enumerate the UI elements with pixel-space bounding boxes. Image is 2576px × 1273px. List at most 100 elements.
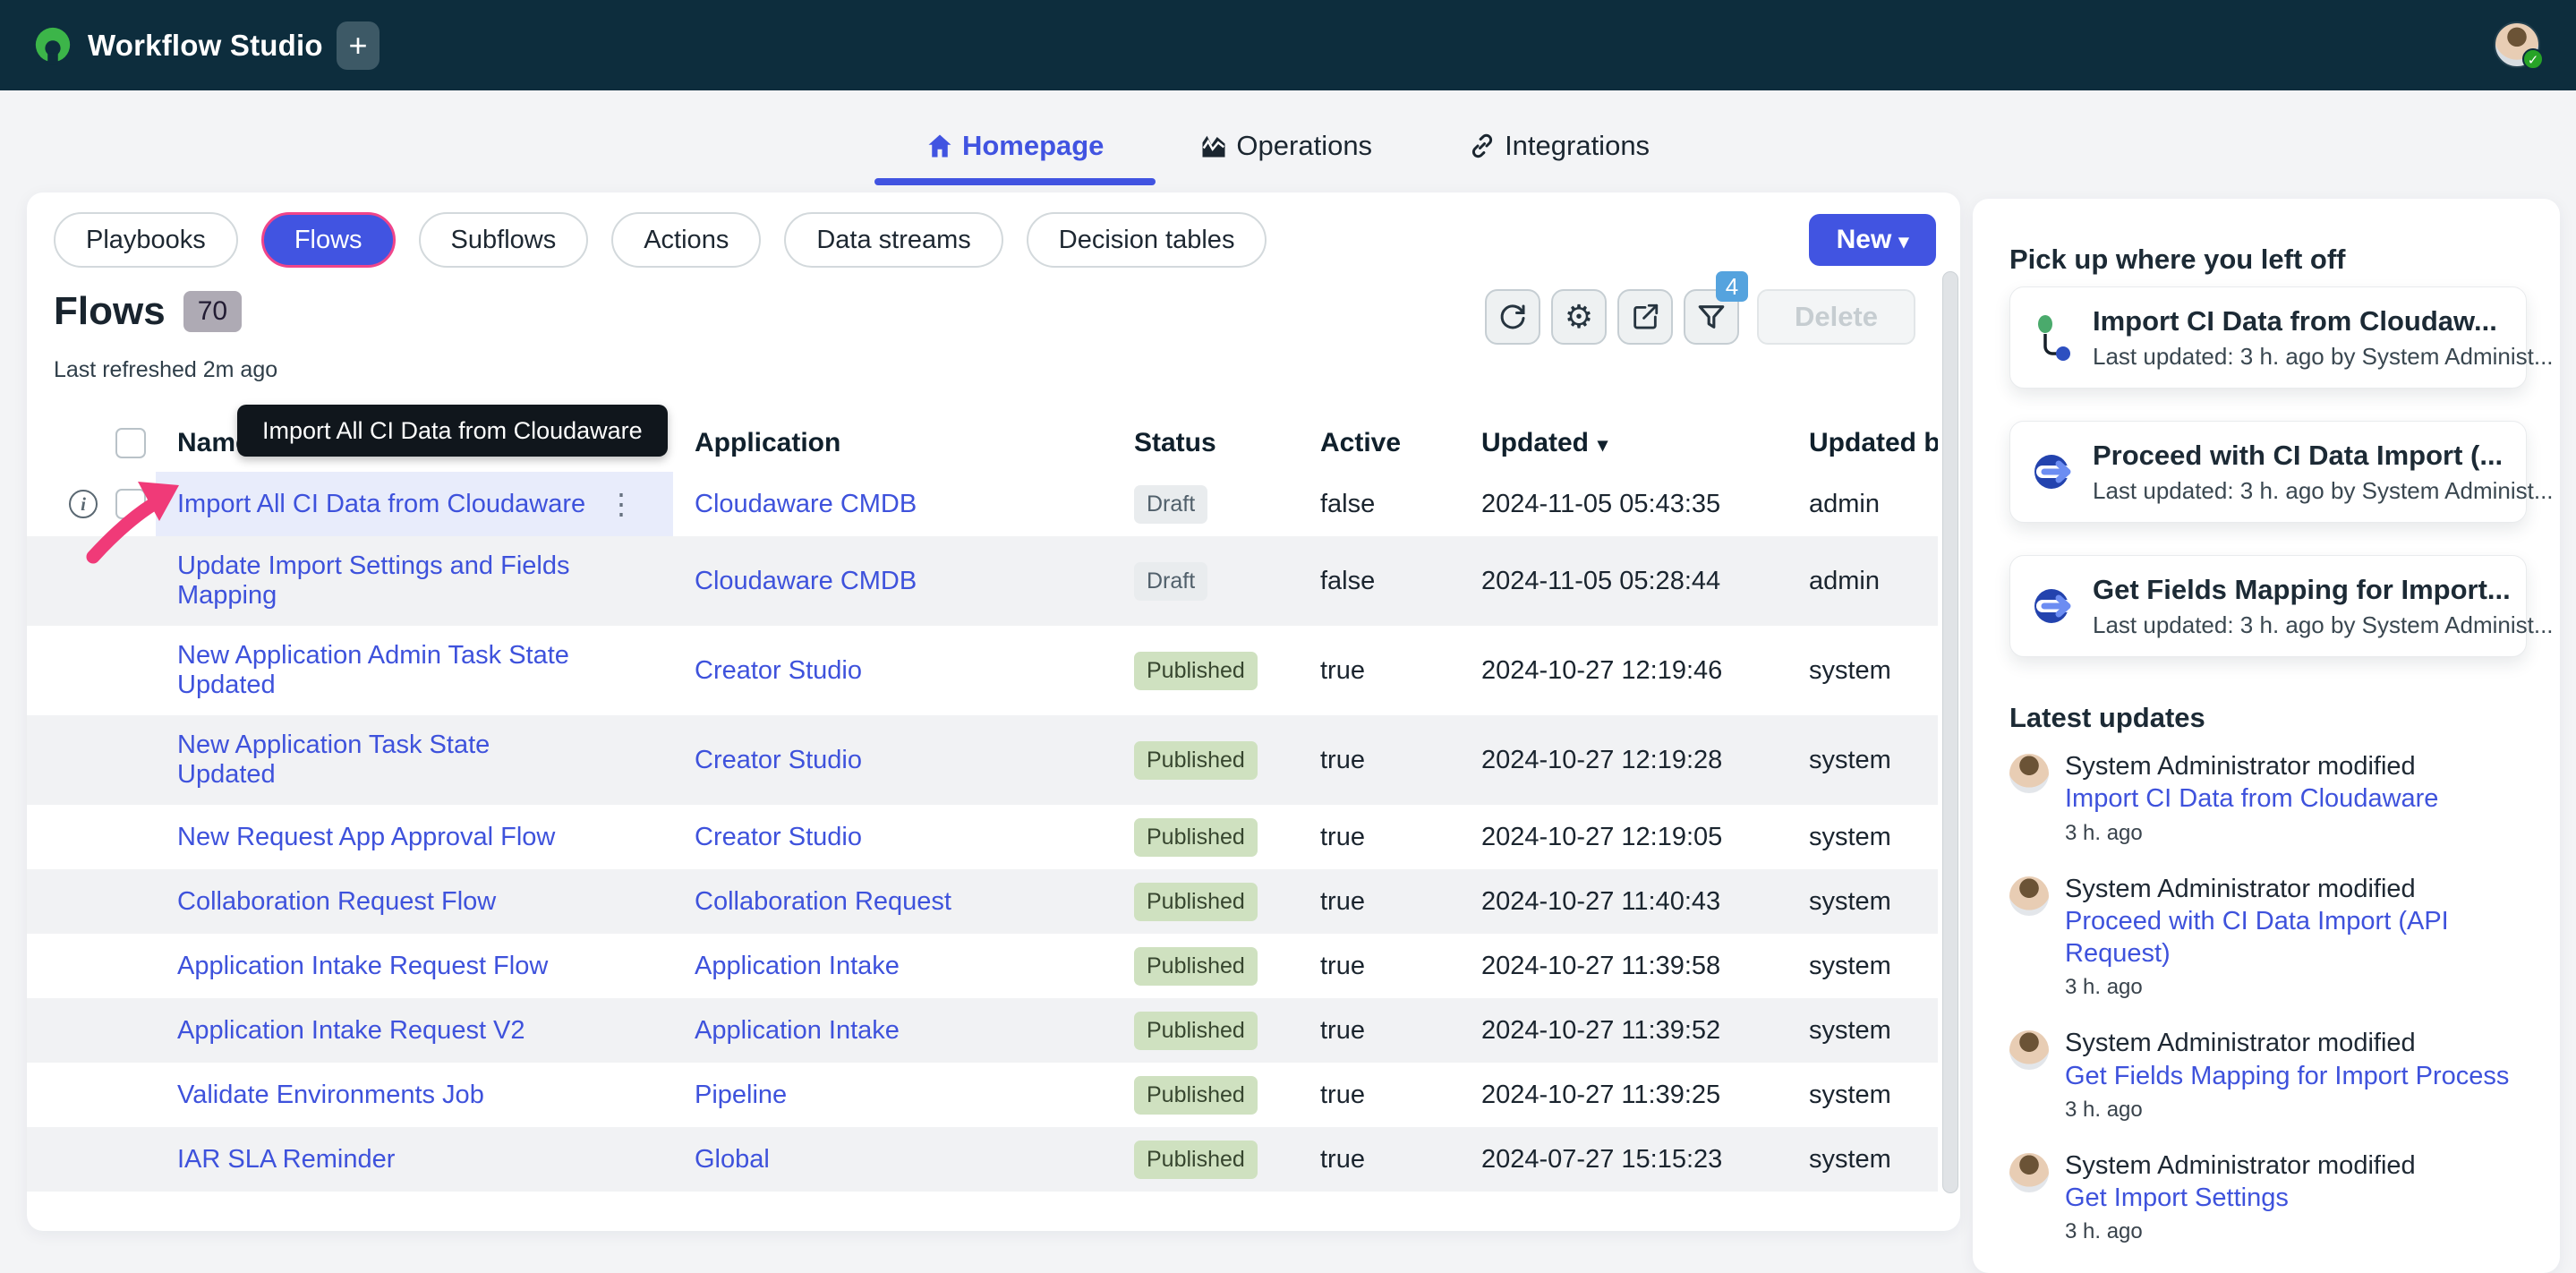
column-header-status[interactable]: Status [1112,428,1298,458]
column-header-application[interactable]: Application [673,428,1112,458]
update-action: System Administrator modified [2065,873,2534,905]
pill-decision-tables[interactable]: Decision tables [1027,212,1267,268]
status-badge: Draft [1134,562,1207,601]
pill-actions[interactable]: Actions [611,212,761,268]
active-filters-badge: 4 [1716,271,1748,302]
update-time: 3 h. ago [2065,821,2438,846]
update-time: 3 h. ago [2065,1219,2416,1244]
tab-operations-label: Operations [1236,130,1372,162]
active-value: true [1298,1145,1459,1175]
flow-name-link[interactable]: Application Intake Request Flow [177,952,548,981]
user-avatar[interactable]: ✓ [2494,21,2540,68]
page-title: Flows [54,289,166,334]
active-value: true [1298,746,1459,775]
active-value: true [1298,887,1459,917]
select-all-checkbox[interactable] [115,428,146,458]
application-link[interactable]: Creator Studio [695,823,862,851]
pill-flows[interactable]: Flows [261,212,396,268]
tab-operations[interactable]: Operations [1177,130,1395,192]
table-row: IAR SLA Reminder Global Published true 2… [27,1127,1938,1192]
pill-data-streams[interactable]: Data streams [784,212,1002,268]
gear-icon: ⚙ [1565,301,1593,333]
table-row: i Import All CI Data from Cloudaware⋮ Cl… [27,472,1938,536]
table-row: New Application Task State Updated Creat… [27,715,1938,805]
updated-by-value: admin [1786,567,1938,596]
application-link[interactable]: Application Intake [695,952,900,980]
update-item: System Administrator modified Get Import… [2009,1149,2534,1245]
avatar [2009,1030,2049,1070]
pill-playbooks[interactable]: Playbooks [54,212,238,268]
flow-name-link[interactable]: New Application Task State Updated [177,730,490,790]
right-sidebar: Pick up where you left off Import CI Dat… [1973,199,2560,1273]
active-value: false [1298,567,1459,596]
column-header-updated-by[interactable]: Updated by [1786,428,1938,458]
pill-subflows[interactable]: Subflows [419,212,589,268]
application-link[interactable]: Creator Studio [695,656,862,685]
export-button[interactable] [1617,289,1673,345]
refresh-icon [1497,301,1529,333]
updated-value: 2024-10-27 12:19:05 [1459,823,1786,852]
application-link[interactable]: Application Intake [695,1016,900,1045]
sort-desc-icon: ▾ [1598,433,1608,456]
column-header-active[interactable]: Active [1298,428,1459,458]
updated-value: 2024-10-27 12:19:46 [1459,656,1786,686]
flow-name-link[interactable]: Collaboration Request Flow [177,887,496,917]
flow-name-link[interactable]: New Application Admin Task State Updated [177,641,569,700]
recent-flow-title: Proceed with CI Data Import (... [2093,440,2554,472]
application-link[interactable]: Global [695,1145,770,1174]
table-scrollbar[interactable] [1942,271,1958,1193]
workflow-studio-logo-icon [32,25,73,66]
entity-filter-pills: Playbooks Flows Subflows Actions Data st… [54,212,1267,268]
settings-button[interactable]: ⚙ [1551,289,1607,345]
update-flow-link[interactable]: Import CI Data from Cloudaware [2065,784,2438,813]
tab-integrations[interactable]: Integrations [1446,130,1673,192]
table-row: Collaboration Request Flow Collaboration… [27,869,1938,934]
kebab-menu-icon[interactable]: ⋮ [607,487,635,521]
status-badge: Published [1134,1076,1258,1115]
home-icon [926,132,953,159]
updated-by-value: system [1786,746,1938,775]
recent-flow-card[interactable]: Proceed with CI Data Import (... Last up… [2009,421,2527,523]
updated-value: 2024-10-27 11:39:58 [1459,952,1786,981]
application-link[interactable]: Collaboration Request [695,887,951,916]
flow-name-link[interactable]: IAR SLA Reminder [177,1145,395,1175]
application-link[interactable]: Creator Studio [695,746,862,774]
recent-flow-card[interactable]: Import CI Data from Cloudaw... Last upda… [2009,286,2527,389]
table-row: New Application Admin Task State Updated… [27,626,1938,715]
active-value: true [1298,952,1459,981]
application-link[interactable]: Cloudaware CMDB [695,490,917,518]
chevron-down-icon: ▾ [1898,230,1908,252]
delete-button[interactable]: Delete [1757,289,1915,345]
application-link[interactable]: Cloudaware CMDB [695,567,917,595]
filter-button[interactable]: 4 [1684,289,1739,345]
recent-flow-card[interactable]: Get Fields Mapping for Import... Last up… [2009,555,2527,657]
status-badge: Published [1134,1012,1258,1050]
new-tab-button[interactable]: + [337,21,380,70]
status-badge: Published [1134,1141,1258,1179]
recent-flow-title: Import CI Data from Cloudaw... [2093,305,2554,337]
flow-count-badge: 70 [183,291,242,332]
refresh-button[interactable] [1485,289,1540,345]
flow-name-link[interactable]: Import All CI Data from Cloudaware [177,490,585,519]
table-toolbar: ⚙ 4 Delete [1485,289,1915,345]
status-badge: Published [1134,947,1258,986]
avatar [2009,1153,2049,1192]
flow-name-link[interactable]: Application Intake Request V2 [177,1016,525,1046]
updated-value: 2024-11-05 05:28:44 [1459,567,1786,596]
table-row: Validate Environments Job Pipeline Publi… [27,1063,1938,1127]
updated-by-value: system [1786,823,1938,852]
table-row: Update Import Settings and Fields Mappin… [27,536,1938,626]
update-flow-link[interactable]: Get Fields Mapping for Import Process [2065,1062,2509,1090]
tab-homepage[interactable]: Homepage [903,130,1127,192]
updated-value: 2024-07-27 15:15:23 [1459,1145,1786,1175]
application-link[interactable]: Pipeline [695,1081,787,1109]
update-flow-link[interactable]: Proceed with CI Data Import (API Request… [2065,907,2449,968]
column-header-updated[interactable]: Updated▾ [1459,428,1786,458]
update-flow-link[interactable]: Get Import Settings [2065,1183,2289,1212]
flow-name-link[interactable]: Update Import Settings and Fields Mappin… [177,551,569,611]
new-button[interactable]: New▾ [1809,214,1936,266]
flow-name-link[interactable]: New Request App Approval Flow [177,823,555,852]
status-badge: Published [1134,818,1258,857]
flow-name-link[interactable]: Validate Environments Job [177,1081,484,1110]
flows-panel: Playbooks Flows Subflows Actions Data st… [27,192,1960,1231]
